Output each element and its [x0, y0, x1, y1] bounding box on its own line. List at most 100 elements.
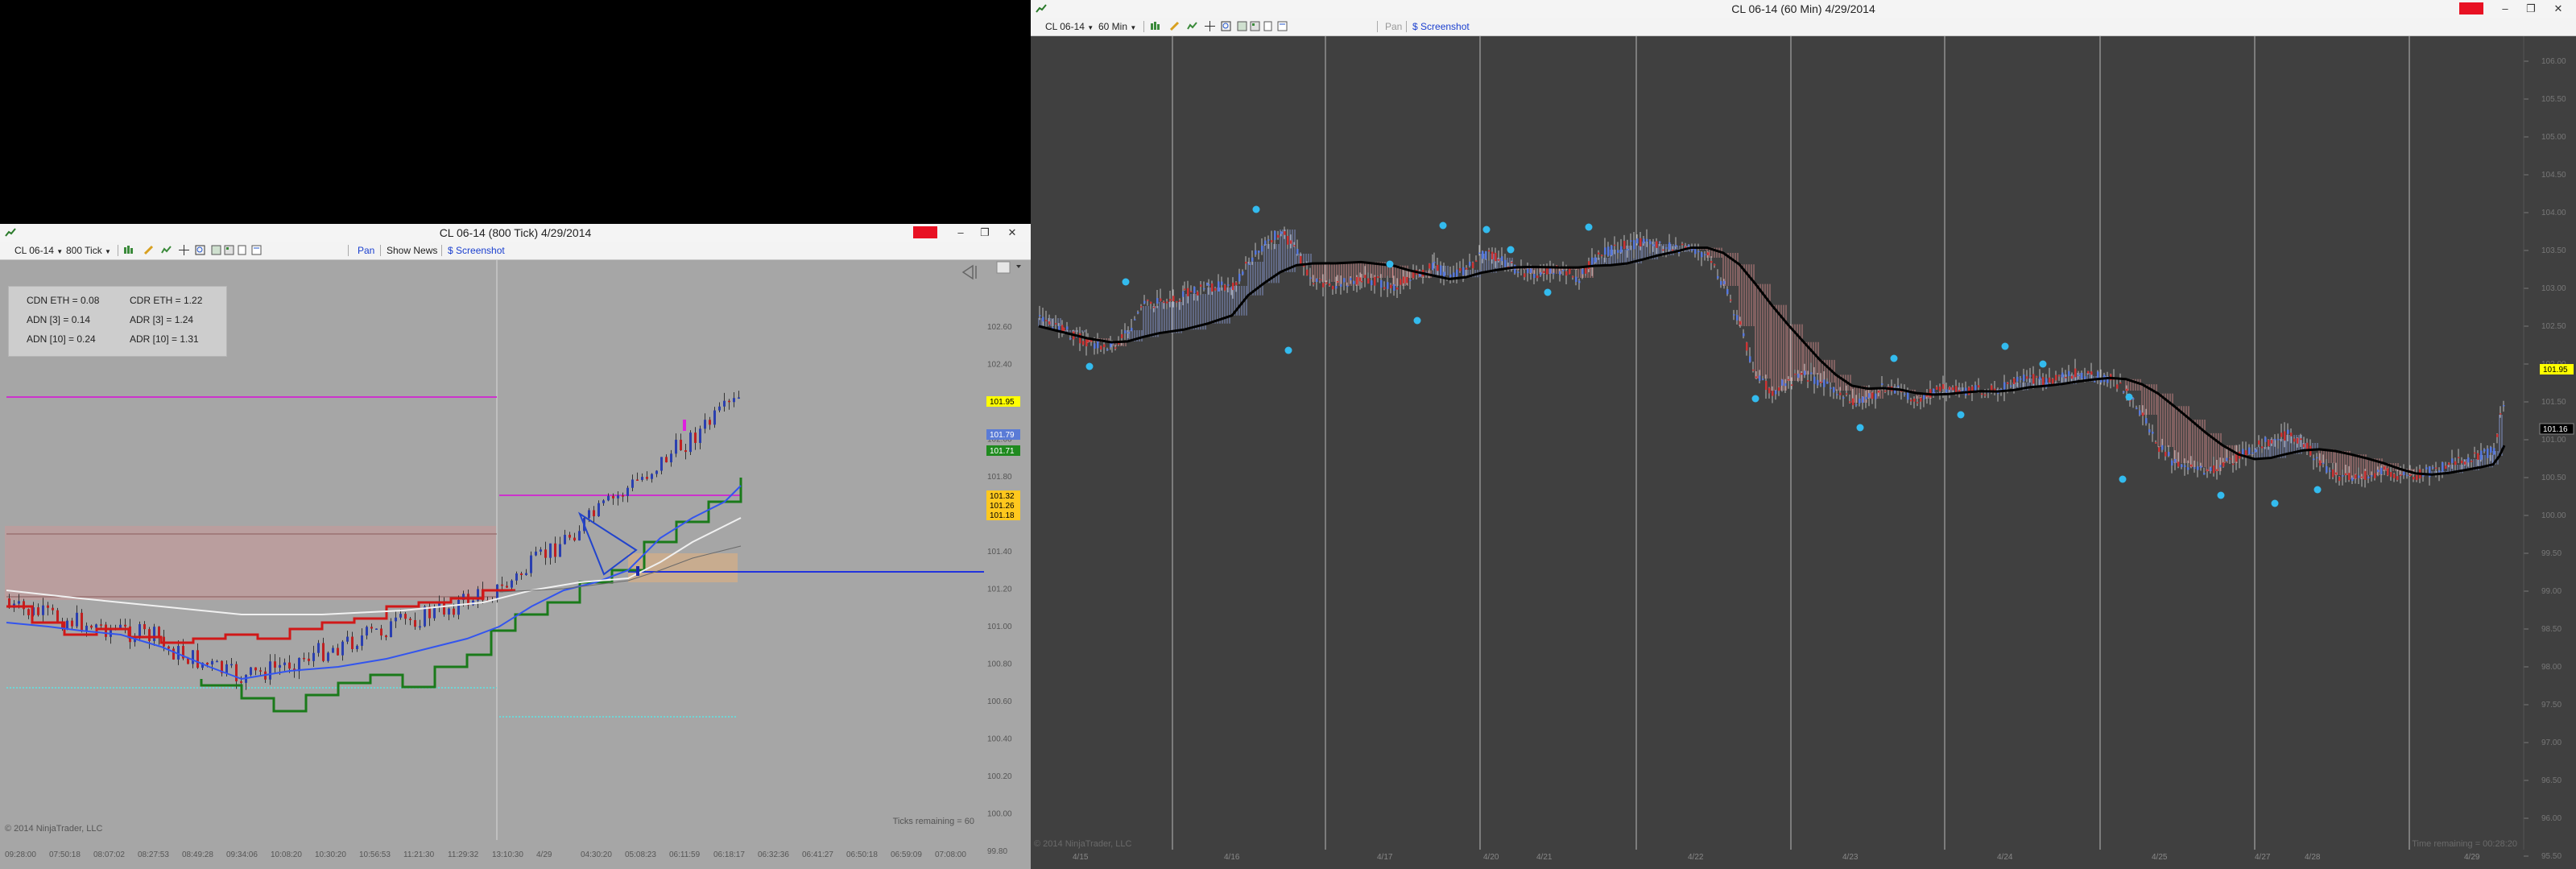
candle-body: [660, 457, 663, 471]
right-restore-button[interactable]: ❐: [2517, 0, 2545, 18]
candle-body: [1697, 250, 1700, 253]
candle-body: [433, 606, 436, 619]
drawing-tool-icon[interactable]: [143, 245, 154, 255]
right-titlebar[interactable]: CL 06-14 (60 Min) 4/29/2014 – ❐ ✕: [1031, 0, 2576, 19]
left-instrument-selector[interactable]: CL 06-14 ▼: [14, 242, 63, 259]
candle-body: [699, 428, 701, 443]
indicator-icon[interactable]: [161, 245, 172, 255]
candle-body: [1137, 312, 1139, 314]
left-interval-selector[interactable]: 800 Tick ▼: [66, 242, 111, 259]
candle-body: [2361, 476, 2363, 478]
screenshot-button[interactable]: $ Screenshot: [1412, 18, 1470, 35]
time-tick-label: 04:30:20: [581, 850, 612, 859]
indicator-icon[interactable]: [1187, 21, 1197, 31]
chart-trader-icon[interactable]: [251, 245, 262, 255]
candle-body: [2029, 375, 2032, 377]
candle-body: [274, 661, 276, 668]
candle-body: [1082, 341, 1085, 346]
zoom-icon[interactable]: [195, 245, 205, 255]
axis-menu-button[interactable]: [996, 261, 1011, 274]
properties-icon[interactable]: [1237, 21, 1247, 31]
show-news-button[interactable]: Show News: [387, 242, 437, 259]
bar-style-icon[interactable]: [123, 245, 134, 255]
data-box-icon[interactable]: [237, 245, 247, 255]
candle-body: [1267, 239, 1270, 241]
candle-body: [501, 584, 503, 586]
data-box-icon[interactable]: [1263, 21, 1273, 31]
candle-body: [2390, 472, 2392, 478]
candle-body: [1582, 268, 1584, 275]
candle-body: [1784, 383, 1787, 387]
right-close-button[interactable]: ✕: [2545, 0, 2572, 18]
properties-icon[interactable]: [211, 245, 221, 255]
candle-body: [206, 662, 209, 665]
adr10-value: ADR [10] = 1.31: [130, 333, 199, 345]
candle-body: [1293, 245, 1296, 246]
chart-trader-icon[interactable]: [1277, 21, 1288, 31]
candle-body: [2132, 398, 2135, 399]
pan-button[interactable]: Pan: [1385, 18, 1402, 35]
candle-body: [1364, 275, 1367, 279]
candle-body: [2445, 466, 2447, 469]
candle-body: [1743, 333, 1745, 337]
left-restore-button[interactable]: ❐: [971, 224, 999, 242]
right-interval-selector[interactable]: 60 Min ▼: [1098, 18, 1136, 35]
time-tick-label: 09:34:06: [226, 850, 258, 859]
pan-button[interactable]: Pan: [358, 242, 374, 259]
drawing-tool-icon[interactable]: [1169, 21, 1180, 31]
price-badge-label: 101.16: [2543, 425, 2568, 434]
candle-body: [1456, 269, 1458, 277]
candle-body: [1762, 379, 1764, 380]
bar-style-icon[interactable]: [1150, 21, 1160, 31]
candle-body: [1585, 267, 1587, 274]
candle-body: [2264, 437, 2267, 442]
candle-body: [1069, 337, 1072, 340]
candle-body: [1106, 349, 1109, 351]
crosshair-icon[interactable]: [1205, 21, 1215, 31]
candle-body: [2251, 452, 2254, 454]
swing-dot: [1252, 205, 1260, 213]
candle-body: [1224, 284, 1226, 291]
adn3-value: ADN [3] = 0.14: [27, 314, 91, 325]
swing-dot: [1085, 362, 1094, 370]
strategy-icon[interactable]: [224, 245, 234, 255]
time-tick-label: 10:56:53: [359, 850, 391, 859]
swing-dot: [1957, 411, 1965, 419]
candle-body: [2335, 472, 2338, 475]
candle-body: [525, 573, 527, 576]
candle-body: [2280, 432, 2283, 437]
candle-body: [1739, 321, 1742, 325]
left-close-button[interactable]: ✕: [999, 224, 1026, 242]
screenshot-button[interactable]: $ Screenshot: [448, 242, 505, 259]
candle-body: [1316, 278, 1318, 283]
time-tick-label: 08:49:28: [182, 850, 213, 859]
candle-body: [1765, 380, 1768, 390]
price-badge-label: 101.32: [990, 492, 1015, 501]
right-instrument-selector[interactable]: CL 06-14 ▼: [1045, 18, 1094, 35]
candle-body: [196, 650, 199, 668]
candle-body: [1665, 247, 1668, 249]
candle-body: [1377, 276, 1379, 279]
candle-body: [1569, 268, 1571, 275]
candle-body: [395, 617, 397, 622]
candle-body: [718, 406, 721, 411]
time-tick-label: 06:50:18: [846, 850, 878, 859]
candle-body: [1309, 277, 1312, 279]
right-price-chart[interactable]: 106.00 105.50 105.00 104.50 104.00 103.50 103.…: [1031, 36, 2576, 869]
statistics-panel: CDN ETH = 0.08 CDR ETH = 1.22 ADN [3] = …: [8, 286, 227, 357]
candle-body: [1688, 244, 1690, 246]
candle-body: [2403, 471, 2405, 475]
zoom-icon[interactable]: [1221, 21, 1231, 31]
right-minimize-button[interactable]: –: [2491, 0, 2519, 18]
crosshair-icon[interactable]: [179, 245, 189, 255]
candle-body: [95, 624, 97, 628]
price-tick-label: 96.00: [2541, 814, 2562, 823]
price-tick-label: 101.00: [987, 623, 1012, 631]
candle-body: [2293, 438, 2296, 442]
left-titlebar[interactable]: CL 06-14 (800 Tick) 4/29/2014 – ❐ ✕: [0, 224, 1031, 242]
strategy-icon[interactable]: [1250, 21, 1260, 31]
candle-body: [1839, 392, 1842, 395]
price-tick-label: 103.50: [2541, 246, 2566, 255]
candle-body: [2271, 440, 2273, 444]
left-minimize-button[interactable]: –: [947, 224, 974, 242]
